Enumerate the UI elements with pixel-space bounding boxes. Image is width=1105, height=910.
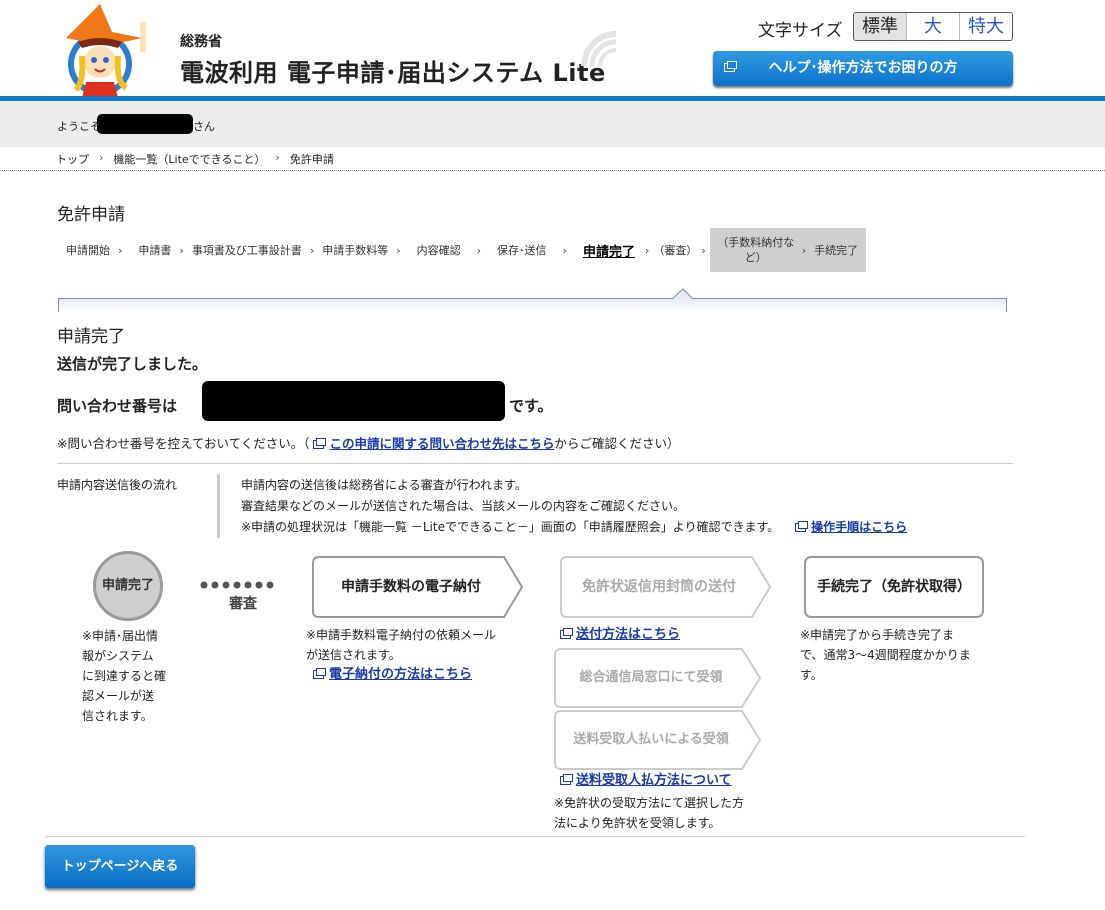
fee-note-line: が送信されます。 [306,648,401,662]
inquiry-note: ※問い合わせ番号を控えておいてください。（ この申請に関する問い合わせ先はこちら… [57,433,680,452]
divider [45,836,1025,837]
breadcrumb-top[interactable]: トップ [56,151,89,167]
mascot-logo [66,4,146,98]
step-start: 申請開始 [66,244,110,257]
flow-line-2: 審査結果などのメールが送信された場合は、当該メールの内容をご確認ください。 [241,499,686,513]
electronic-payment-link[interactable]: 電子納付の方法はこちら [329,667,472,682]
step-review: （審査） [653,244,698,257]
external-window-icon [724,61,737,72]
inquiry-note-suffix: からご確認ください） [554,436,680,451]
font-size-large[interactable]: 大 [906,13,959,40]
font-size-label: 文字サイズ [758,21,843,41]
step-application: 申請書 [138,244,172,257]
welcome-suffix: さん [193,120,215,133]
chevron-right-icon: › [99,151,104,164]
ministry-name: 総務省 [180,34,222,50]
sending-method-link[interactable]: 送付方法はこちら [576,627,680,642]
step-confirm: 内容確認 [416,244,461,257]
review-label: 審査 [229,596,257,612]
chevron-right-icon: › [701,243,706,257]
breadcrumb: トップ › 機能一覧（Liteでできること） › 免許申請 [56,151,334,167]
panel-notch [672,288,692,300]
inquiry-note-prefix: ※問い合わせ番号を控えておいてください。（ [57,436,310,451]
external-window-icon [560,628,573,639]
sent-message: 送信が完了しました。 [57,355,208,373]
external-window-icon [795,521,809,532]
breadcrumb-current: 免許申請 [289,153,334,166]
circle-note: ※申請･届出情 報がシステム に到達すると確 認メールが送 信されます。 [82,626,182,726]
done-note: ※申請完了から手続き完了ま で、通常3～4週間程度かかりま す。 [800,625,1000,685]
done-note-line: ※申請完了から手続き完了ま [800,628,955,642]
fee-note-line: ※申請手数料電子納付の依頼メール [306,628,497,642]
font-size-standard[interactable]: 標準 [854,13,906,40]
status-circle-complete: 申請完了 [93,551,163,621]
header: 総務省 電波利用 電子申請･届出システム Lite 文字サイズ 標準 大 特大 … [0,0,1105,98]
step-design: 事項書及び工事設計書 [191,244,302,257]
step-complete: 手続完了 [814,243,859,257]
counter-receipt-box: 総合通信局窓口にて受領 [554,648,762,708]
receive-note: ※免許状の受取方法にて選択した方 法により免許状を受領します。 [554,793,784,833]
flow-line-3: ※申請の処理状況は「機能一覧 －Liteでできること－」画面の「申請履歴照会」よ… [241,517,907,538]
circle-note-line: 認メールが送 [82,689,155,703]
done-note-line: す。 [800,668,823,682]
flow-line-3-text: ※申請の処理状況は「機能一覧 －Liteでできること－」画面の「申請履歴照会」よ… [241,520,780,534]
done-note-line: で、通常3～4週間程度かかりま [800,648,971,662]
flow-line-1: 申請内容の送信後は総務省による審査が行われます。 [241,478,527,492]
step-group-after: （手数料納付など） › 手続完了 [709,228,867,272]
redacted-user-name [97,114,193,134]
help-button-label: ヘルプ･操作方法でお困りの方 [768,60,958,76]
help-button[interactable]: ヘルプ･操作方法でお困りの方 [713,51,1013,86]
content-panel-top [58,298,1007,312]
external-window-icon [313,668,326,679]
circle-note-line: に到達すると確 [82,669,167,683]
divider [57,463,1013,464]
welcome-bar: ようこそ さん [0,101,1105,147]
system-title: 電波利用 電子申請･届出システム Lite [180,59,606,87]
progress-steps: 申請開始 › 申請書 › 事項書及び工事設計書 › 申請手数料等 › 内容確認 › 保存･… [58,228,867,272]
fee-note: ※申請手数料電子納付の依頼メール が送信されます。 電子納付の方法はこちら [306,625,536,685]
cod-link-row: 送料受取人払方法について [560,771,732,791]
circle-note-line: 信されます。 [82,709,153,723]
flow-divider-bar [217,474,220,538]
back-to-top-button[interactable]: トップページへ戻る [45,845,195,888]
circle-note-line: ※申請･届出情 [82,629,159,643]
fee-payment-box: 申請手数料の電子納付 [312,556,524,618]
section-heading: 申請完了 [57,327,125,347]
envelope-box: 免許状返信用封筒の送付 [560,556,772,618]
external-window-icon [560,774,573,785]
dotted-connector [200,581,274,589]
inquiry-contact-link[interactable]: この申請に関する問い合わせ先はこちら [329,436,554,451]
inquiry-suffix: です。 [509,397,553,415]
breadcrumb-function-list[interactable]: 機能一覧（Liteでできること） [113,151,265,167]
receive-note-line: 法により免許状を受領します。 [554,816,721,830]
font-size-xlarge[interactable]: 特大 [959,13,1012,40]
redacted-inquiry-number [202,381,505,421]
fee-link-row: 電子納付の方法はこちら [313,665,536,685]
receive-note-line: ※免許状の受取方法にて選択した方 [554,796,745,810]
flow-label: 申請内容送信後の流れ [57,478,178,492]
step-fee: 申請手数料等 [322,244,389,257]
counter-receipt-label: 総合通信局窓口にて受領 [579,670,723,685]
divider [0,170,1105,171]
operation-guide-link[interactable]: 操作手順はこちら [811,520,907,534]
external-window-icon [313,438,327,449]
welcome-prefix: ようこそ [57,120,101,133]
chevron-right-icon: › [275,151,280,164]
inquiry-label: 問い合わせ番号は [57,397,178,415]
fee-payment-label: 申請手数料の電子納付 [341,579,481,595]
cod-receipt-label: 送料受取人払いによる受領 [573,732,729,747]
procedure-complete-box: 手続完了（免許状取得） [804,556,984,618]
envelope-link-row: 送付方法はこちら [560,625,680,645]
font-size-selector: 標準 大 特大 [853,12,1013,41]
cod-receipt-box: 送料受取人払いによる受領 [554,710,762,770]
step-current-complete: 申請完了 [582,244,635,260]
cod-method-link[interactable]: 送料受取人払方法について [576,773,732,788]
wave-logo-icon [581,31,617,67]
page-title: 免許申請 [57,205,125,225]
circle-note-line: 報がシステム [82,649,154,663]
step-save-send: 保存･送信 [497,244,547,257]
step-fee-payment: （手数料納付など） [717,236,795,264]
envelope-label: 免許状返信用封筒の送付 [582,579,736,595]
flow-description: 申請内容の送信後は総務省による審査が行われます。 審査結果などのメールが送信され… [241,475,907,538]
